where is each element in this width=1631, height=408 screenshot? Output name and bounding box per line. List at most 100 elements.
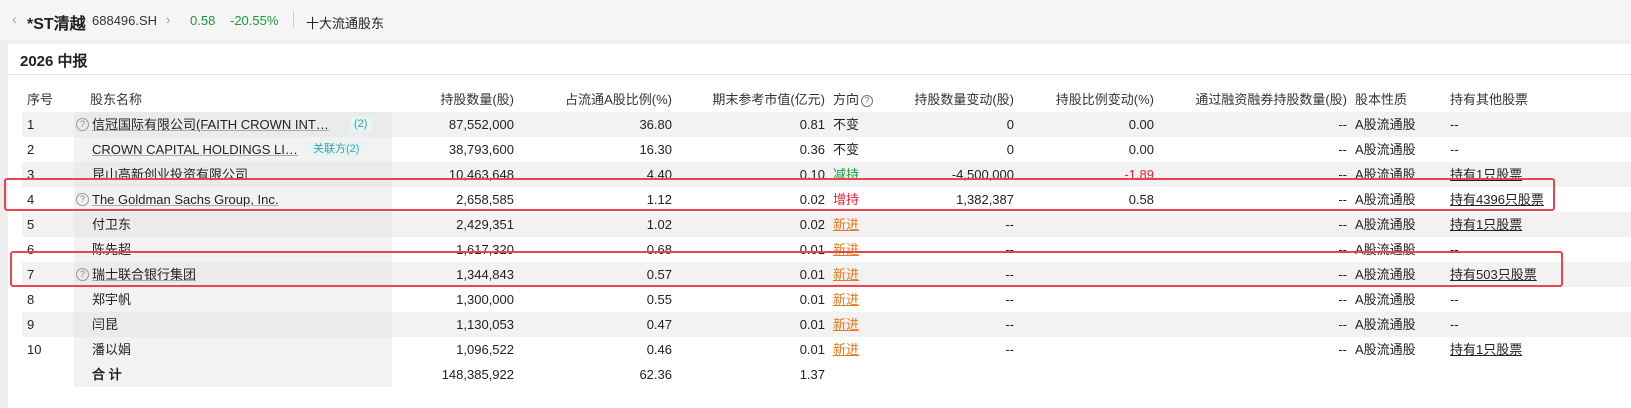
related-party-badge[interactable]: 关联方(2) [308,142,365,157]
total-ratio: 62.36 [639,367,672,382]
total-value: 1.37 [799,367,825,382]
col-direction-label: 方向 [833,92,860,107]
total-label: 合 计 [92,367,122,382]
cell-ratio: 0.47 [646,317,672,332]
cell-ratio: 1.02 [646,217,672,232]
help-icon[interactable]: ? [76,118,89,131]
table-row[interactable]: 2 CROWN CAPITAL HOLDINGS LI… 关联方(2) 38,793,… [22,137,1631,162]
cell-nature: A股流通股 [1355,317,1416,332]
cell-share-change: -- [1005,217,1014,232]
related-party-badge[interactable]: (2) [349,117,373,132]
col-nature-header: 股本性质 [1355,92,1408,107]
cell-ratio: 0.55 [646,292,672,307]
cell-shares: 2,429,351 [456,217,514,232]
holder-cell-bg [74,312,392,337]
cell-ratio: 36.80 [639,117,672,132]
cell-other: -- [1450,317,1459,332]
row-index: 1 [27,117,35,132]
direction-tag: 新进 [833,342,860,357]
row-index: 5 [27,217,35,232]
cell-nature: A股流通股 [1355,342,1416,357]
col-share-change-header[interactable]: 持股数量变动(股) [872,87,1014,112]
cell-value: 0.01 [799,317,825,332]
cell-margin: -- [1338,117,1347,132]
col-other-header: 持有其他股票 [1450,92,1529,107]
holder-name[interactable]: CROWN CAPITAL HOLDINGS LI… [92,137,298,162]
cell-ratio-change: 0.00 [1128,142,1154,157]
stock-header: ‹ *ST清越 688496.SH › 0.58 -20.55% 十大流通股东 [0,0,1631,40]
col-ratio-change-header[interactable]: 持股比例变动(%) [1022,87,1154,112]
col-margin-header[interactable]: 通过融资融券持股数量(股) [1162,87,1347,112]
highlight-box-goldman [4,178,1555,211]
cell-value: 0.36 [799,142,825,157]
cell-ratio-change [1022,287,1154,312]
holders-panel: 2026 中报 序号 股东名称 持股数量(股) 占流通A股比例(%) 期末参考市… [4,44,1631,408]
cell-other: -- [1450,142,1459,157]
cell-value: 0.01 [799,342,825,357]
other-stocks-link[interactable]: 持有1只股票 [1450,337,1522,362]
cell-ratio-change [1022,212,1154,237]
col-shares-header[interactable]: 持股数量(股) [402,87,514,112]
cell-margin: -- [1338,317,1347,332]
holder-name[interactable]: 信冠国际有限公司(FAITH CROWN INT… [92,112,329,137]
cell-share-change: -- [1005,342,1014,357]
direction-tag: 新进 [833,292,860,307]
cell-ratio-change [1022,312,1154,337]
col-value-header[interactable]: 期末参考市值(亿元) [682,87,825,112]
cell-other: -- [1450,117,1459,132]
direction-tag: 新进 [833,317,860,332]
cell-ratio: 16.30 [639,142,672,157]
cell-shares: 1,096,522 [456,342,514,357]
cell-share-change: 0 [1006,117,1014,132]
col-ratio-header[interactable]: 占流通A股比例(%) [522,87,672,112]
cell-margin: -- [1338,217,1347,232]
total-row: 合 计 148,385,922 62.36 1.37 [22,362,1631,387]
row-index: 9 [27,317,35,332]
table-row[interactable]: 10 潘以娟 1,096,522 0.46 0.01 新进 -- -- A股流通股 持有1只股票 [22,337,1631,362]
table-row[interactable]: 8 郑宇帆 1,300,000 0.55 0.01 新进 -- -- A股流通股 -- [22,287,1631,312]
holder-name[interactable]: 闫昆 [92,312,118,337]
other-stocks-link[interactable]: 持有1只股票 [1450,212,1522,237]
cell-ratio: 0.46 [646,342,672,357]
cell-value: 0.02 [799,217,825,232]
cell-other: -- [1450,292,1459,307]
direction-tag: 新进 [833,217,860,232]
cell-share-change: 0 [1006,142,1014,157]
row-index: 10 [27,342,42,357]
cell-shares: 1,130,053 [456,317,514,332]
holder-name[interactable]: 潘以娟 [92,337,131,362]
cell-shares: 87,552,000 [448,117,514,132]
col-index-header: 序号 [27,92,54,107]
total-shares: 148,385,922 [441,367,514,382]
stock-change-pct: -20.55% [230,13,279,28]
holder-name[interactable]: 付卫东 [92,212,131,237]
cell-nature: A股流通股 [1355,117,1416,132]
cell-value: 0.81 [799,117,825,132]
table-row[interactable]: 9 闫昆 1,130,053 0.47 0.01 新进 -- -- A股流通股 -- [22,312,1631,337]
title-divider [8,74,1631,75]
forward-chevron-icon[interactable]: › [166,12,170,27]
row-index: 8 [27,292,35,307]
cell-margin: -- [1338,292,1347,307]
cell-share-change: -- [1005,317,1014,332]
cell-ratio-change: 0.00 [1128,117,1154,132]
stock-code: 688496.SH [92,13,158,28]
cell-share-change: -- [1005,292,1014,307]
cell-nature: A股流通股 [1355,217,1416,232]
table-header-row: 序号 股东名称 持股数量(股) 占流通A股比例(%) 期末参考市值(亿元) 方向… [22,87,1631,112]
cell-shares: 38,793,600 [448,142,514,157]
col-direction-header: 方向? [833,87,874,112]
direction-tag: 不变 [833,142,860,157]
table-row[interactable]: 1? 信冠国际有限公司(FAITH CROWN INT… (2) 87,552,000… [22,112,1631,137]
direction-tag: 不变 [833,117,860,132]
highlight-box-ubs [10,251,1563,287]
row-index: 2 [27,142,35,157]
stock-name: *ST清越 [27,16,86,33]
table-row[interactable]: 5 付卫东 2,429,351 1.02 0.02 新进 -- -- A股流通股 持有1只股票 [22,212,1631,237]
back-chevron-icon[interactable]: ‹ [12,11,17,27]
holder-name[interactable]: 郑宇帆 [92,287,131,312]
cell-nature: A股流通股 [1355,292,1416,307]
col-holder-header: 股东名称 [90,92,143,107]
section-title: 十大流通股东 [306,16,385,31]
report-period-title: 2026 中报 [20,53,88,70]
